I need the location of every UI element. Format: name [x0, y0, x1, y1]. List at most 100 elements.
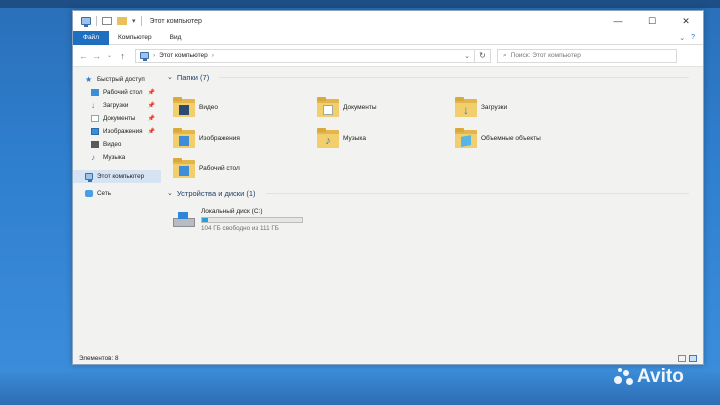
- navigation-bar: ← → ⌄ ↑ › Этот компьютер › ⌄ ↻ ⌕ Поиск: …: [73, 45, 703, 67]
- new-folder-icon[interactable]: [117, 17, 127, 25]
- search-placeholder: Поиск: Этот компьютер: [510, 52, 581, 59]
- properties-icon[interactable]: [102, 17, 112, 25]
- sidebar-item-video[interactable]: Видео: [73, 138, 161, 151]
- drive-info: Локальный диск (C:) 104 ГБ свободно из 1…: [201, 208, 303, 232]
- up-arrow-icon[interactable]: ↑: [116, 51, 129, 61]
- pin-icon[interactable]: 📌: [148, 102, 155, 109]
- sidebar-item-quick-access[interactable]: ★ Быстрый доступ: [73, 73, 161, 86]
- tab-computer[interactable]: Компьютер: [109, 31, 161, 45]
- sidebar-item-this-pc[interactable]: Этот компьютер: [73, 170, 161, 183]
- pin-icon[interactable]: 📌: [148, 128, 155, 135]
- tab-file[interactable]: Файл: [73, 30, 109, 45]
- separator: [96, 16, 97, 26]
- details-view-icon[interactable]: [678, 354, 686, 362]
- close-button[interactable]: ✕: [669, 11, 703, 31]
- refresh-icon[interactable]: ↻: [475, 48, 491, 63]
- breadcrumb[interactable]: Этот компьютер: [159, 52, 208, 59]
- explorer-window: ▾ Этот компьютер — ☐ ✕ Файл Компьютер Ви…: [72, 10, 704, 365]
- sidebar-item-desktop[interactable]: Рабочий стол 📌: [73, 86, 161, 99]
- maximize-button[interactable]: ☐: [635, 11, 669, 31]
- search-input[interactable]: ⌕ Поиск: Этот компьютер: [497, 48, 677, 63]
- recent-locations-icon[interactable]: ⌄: [103, 52, 116, 59]
- group-header-devices[interactable]: ⌄ Устройства и диски (1): [165, 187, 695, 199]
- chevron-right-icon[interactable]: ›: [153, 52, 155, 59]
- quick-access-toolbar: ▾: [73, 16, 142, 27]
- folder-tile-desktop[interactable]: Рабочий стол: [173, 158, 240, 178]
- pin-icon[interactable]: 📌: [148, 89, 155, 96]
- watermark-text: Avito: [637, 366, 684, 387]
- documents-folder-icon: [317, 97, 339, 117]
- sidebar-item-label: Музыка: [103, 154, 126, 161]
- minimize-button[interactable]: —: [601, 11, 635, 31]
- address-field[interactable]: › Этот компьютер › ⌄: [135, 48, 475, 63]
- sidebar-item-label: Видео: [103, 141, 122, 148]
- computer-icon: [140, 52, 149, 61]
- computer-icon: [81, 17, 91, 27]
- sidebar-item-downloads[interactable]: ↓ Загрузки 📌: [73, 99, 161, 112]
- pin-icon[interactable]: 📌: [148, 115, 155, 122]
- 3d-objects-folder-icon: [455, 128, 477, 148]
- help-icon[interactable]: ?: [691, 34, 695, 41]
- forward-arrow-icon[interactable]: →: [90, 51, 103, 61]
- folder-tile-3d-objects[interactable]: Объемные объекты: [455, 128, 541, 148]
- group-header-folders[interactable]: ⌄ Папки (7): [165, 71, 695, 83]
- sidebar-item-label: Этот компьютер: [97, 173, 145, 180]
- chevron-down-icon[interactable]: ⌄: [167, 73, 173, 81]
- folder-label: Документы: [343, 103, 377, 111]
- folder-label: Загрузки: [481, 103, 508, 111]
- music-folder-icon: ♪: [317, 128, 339, 148]
- window-title: Этот компьютер: [149, 17, 202, 25]
- sidebar-item-pictures[interactable]: Изображения 📌: [73, 125, 161, 138]
- folder-label: Объемные объекты: [481, 134, 541, 142]
- avito-watermark: Avito: [614, 366, 684, 388]
- sidebar-item-label: Быстрый доступ: [97, 76, 145, 83]
- hard-drive-icon: [173, 212, 195, 228]
- drive-usage-fill: [202, 218, 209, 222]
- avito-logo-icon: [614, 367, 634, 387]
- content-pane: ⌄ Папки (7) Видео Документы ↓ Загрузки И…: [165, 71, 695, 351]
- sidebar-item-label: Сеть: [97, 190, 112, 197]
- drive-free-space: 104 ГБ свободно из 111 ГБ: [201, 225, 279, 232]
- folder-tile-video[interactable]: Видео: [173, 97, 218, 117]
- pictures-folder-icon: [173, 128, 195, 148]
- folder-label: Видео: [199, 103, 218, 111]
- expand-ribbon-icon[interactable]: ⌄: [679, 34, 685, 42]
- drive-tile-c[interactable]: Локальный диск (C:) 104 ГБ свободно из 1…: [173, 208, 303, 232]
- view-toggle: [678, 354, 697, 362]
- network-icon: [85, 190, 93, 197]
- status-bar: Элементов: 8: [73, 351, 703, 365]
- folder-tile-documents[interactable]: Документы: [317, 97, 377, 117]
- downloads-folder-icon: ↓: [455, 97, 477, 117]
- sidebar-item-label: Рабочий стол: [103, 89, 143, 96]
- navigation-pane: ★ Быстрый доступ Рабочий стол 📌 ↓ Загруз…: [73, 73, 161, 353]
- documents-icon: [91, 115, 99, 122]
- title-bar: ▾ Этот компьютер — ☐ ✕: [73, 11, 703, 31]
- chevron-down-icon[interactable]: ⌄: [464, 52, 474, 60]
- video-folder-icon: [173, 97, 195, 117]
- sidebar-item-music[interactable]: ♪ Музыка: [73, 151, 161, 164]
- group-title: Устройства и диски (1): [176, 188, 256, 198]
- sidebar-item-documents[interactable]: Документы 📌: [73, 112, 161, 125]
- pictures-icon: [91, 128, 99, 135]
- separator: [140, 16, 142, 26]
- divider: [265, 192, 689, 194]
- sidebar-item-network[interactable]: Сеть: [73, 187, 161, 200]
- back-arrow-icon[interactable]: ←: [77, 51, 90, 61]
- tab-view[interactable]: Вид: [161, 31, 191, 45]
- sidebar-item-label: Загрузки: [103, 102, 129, 109]
- star-icon: ★: [85, 75, 93, 84]
- desktop-folder-icon: [91, 89, 99, 96]
- folder-tile-pictures[interactable]: Изображения: [173, 128, 240, 148]
- chevron-down-icon[interactable]: ⌄: [167, 189, 173, 197]
- window-controls: — ☐ ✕: [601, 11, 703, 31]
- chevron-right-icon[interactable]: ›: [212, 52, 214, 59]
- folder-tile-music[interactable]: ♪ Музыка: [317, 128, 366, 148]
- tiles-view-icon[interactable]: [689, 354, 697, 362]
- video-icon: [91, 141, 99, 148]
- ribbon-tabs: Файл Компьютер Вид ⌄ ?: [73, 30, 703, 45]
- customize-toolbar-icon[interactable]: ▾: [132, 17, 136, 25]
- screen-bezel-top: [0, 0, 720, 8]
- folder-tile-downloads[interactable]: ↓ Загрузки: [455, 97, 507, 117]
- downloads-icon: ↓: [91, 101, 95, 110]
- group-title: Папки (7): [176, 72, 210, 82]
